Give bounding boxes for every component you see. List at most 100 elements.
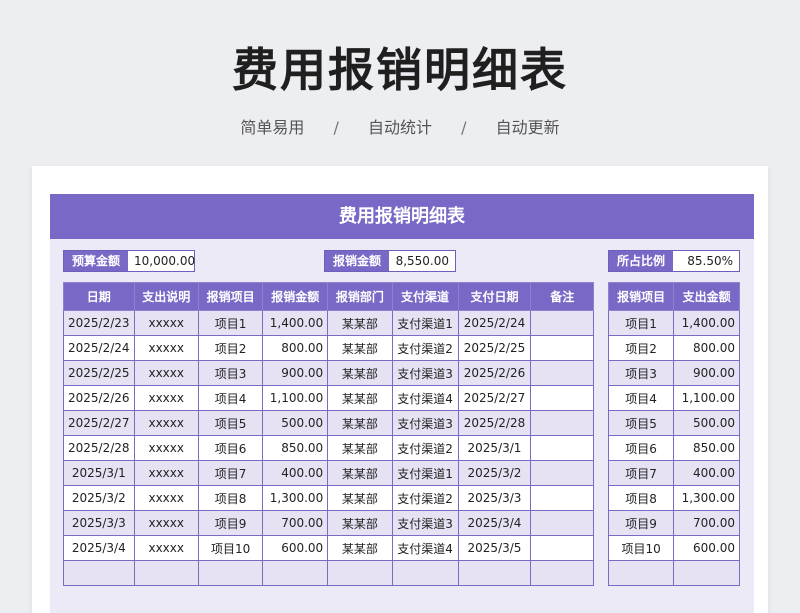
table-cell[interactable]: 2025/2/27 [63, 410, 135, 436]
table-cell[interactable] [530, 410, 594, 436]
table-cell[interactable] [197, 560, 264, 586]
table-cell[interactable]: 项目1 [197, 310, 264, 336]
table-cell[interactable]: 2025/3/5 [457, 535, 532, 561]
table-cell[interactable] [530, 560, 594, 586]
budget-value[interactable]: 10,000.00 [128, 251, 195, 271]
table-cell[interactable]: 项目5 [197, 410, 264, 436]
table-cell[interactable] [457, 560, 532, 586]
table-cell[interactable]: 500.00 [262, 410, 329, 436]
table-cell[interactable] [530, 485, 594, 511]
table-cell[interactable] [530, 310, 594, 336]
table-cell[interactable]: 项目4 [607, 385, 675, 411]
table-cell[interactable]: 某某部 [327, 410, 393, 436]
table-cell[interactable]: 支付渠道2 [391, 485, 459, 511]
table-cell[interactable]: 支付渠道3 [391, 510, 459, 536]
table-cell[interactable]: 800.00 [262, 335, 329, 361]
column-header[interactable]: 支出说明 [133, 282, 199, 311]
table-cell[interactable]: 项目10 [607, 535, 675, 561]
table-cell[interactable]: 1,400.00 [262, 310, 329, 336]
table-cell[interactable]: 项目7 [607, 460, 675, 486]
table-cell[interactable]: 项目2 [607, 335, 675, 361]
table-cell[interactable]: 2025/2/24 [63, 335, 135, 361]
table-cell[interactable]: 600.00 [262, 535, 329, 561]
table-cell[interactable]: 1,100.00 [262, 385, 329, 411]
table-cell[interactable]: xxxxx [133, 385, 199, 411]
table-cell[interactable]: 某某部 [327, 385, 393, 411]
table-cell[interactable]: 2025/3/1 [63, 460, 135, 486]
column-header[interactable]: 报销项目 [607, 282, 675, 311]
reimbursed-value[interactable]: 8,550.00 [389, 251, 455, 271]
table-cell[interactable] [530, 510, 594, 536]
table-cell[interactable]: xxxxx [133, 310, 199, 336]
table-cell[interactable] [530, 535, 594, 561]
table-cell[interactable]: 2025/3/3 [63, 510, 135, 536]
table-cell[interactable] [530, 435, 594, 461]
table-cell[interactable]: 1,300.00 [673, 485, 740, 511]
table-cell[interactable]: 支付渠道1 [391, 460, 459, 486]
table-cell[interactable]: 支付渠道4 [391, 535, 459, 561]
table-cell[interactable]: 项目6 [197, 435, 264, 461]
table-cell[interactable]: 某某部 [327, 310, 393, 336]
table-cell[interactable]: 某某部 [327, 535, 393, 561]
column-header[interactable]: 日期 [63, 282, 135, 311]
table-cell[interactable]: 2025/2/27 [457, 385, 532, 411]
table-cell[interactable]: 项目9 [197, 510, 264, 536]
table-cell[interactable]: 支付渠道2 [391, 435, 459, 461]
table-cell[interactable]: xxxxx [133, 435, 199, 461]
column-header[interactable]: 报销项目 [197, 282, 264, 311]
table-cell[interactable]: 2025/3/2 [63, 485, 135, 511]
table-cell[interactable]: 某某部 [327, 335, 393, 361]
table-cell[interactable]: 850.00 [262, 435, 329, 461]
column-header[interactable]: 报销部门 [327, 282, 393, 311]
table-cell[interactable]: 1,400.00 [673, 310, 740, 336]
column-header[interactable]: 支付日期 [457, 282, 532, 311]
table-cell[interactable]: 2025/2/24 [457, 310, 532, 336]
table-cell[interactable]: 支付渠道1 [391, 310, 459, 336]
table-cell[interactable] [530, 335, 594, 361]
table-cell[interactable]: 项目8 [197, 485, 264, 511]
table-cell[interactable]: 2025/2/25 [457, 335, 532, 361]
table-cell[interactable] [327, 560, 393, 586]
table-cell[interactable]: 1,100.00 [673, 385, 740, 411]
table-cell[interactable] [530, 385, 594, 411]
table-cell[interactable]: 项目6 [607, 435, 675, 461]
table-cell[interactable]: 2025/3/4 [457, 510, 532, 536]
table-cell[interactable]: 2025/3/4 [63, 535, 135, 561]
table-cell[interactable]: xxxxx [133, 485, 199, 511]
column-header[interactable]: 支出金额 [673, 282, 740, 311]
table-cell[interactable]: 支付渠道4 [391, 385, 459, 411]
table-cell[interactable]: 800.00 [673, 335, 740, 361]
table-cell[interactable]: 2025/2/28 [457, 410, 532, 436]
table-cell[interactable]: xxxxx [133, 360, 199, 386]
table-cell[interactable]: 2025/2/26 [63, 385, 135, 411]
table-cell[interactable]: 2025/2/25 [63, 360, 135, 386]
table-cell[interactable]: 某某部 [327, 360, 393, 386]
table-cell[interactable]: xxxxx [133, 460, 199, 486]
table-cell[interactable] [530, 460, 594, 486]
table-cell[interactable]: 某某部 [327, 510, 393, 536]
table-cell[interactable] [262, 560, 329, 586]
table-cell[interactable]: 2025/2/23 [63, 310, 135, 336]
table-cell[interactable]: 2025/3/2 [457, 460, 532, 486]
table-cell[interactable]: 支付渠道3 [391, 360, 459, 386]
table-cell[interactable]: 某某部 [327, 460, 393, 486]
column-header[interactable]: 支付渠道 [391, 282, 459, 311]
table-cell[interactable]: xxxxx [133, 335, 199, 361]
table-cell[interactable]: 700.00 [262, 510, 329, 536]
table-cell[interactable] [391, 560, 459, 586]
table-cell[interactable]: 500.00 [673, 410, 740, 436]
table-cell[interactable]: 项目10 [197, 535, 264, 561]
table-cell[interactable] [607, 560, 675, 586]
table-cell[interactable]: 支付渠道2 [391, 335, 459, 361]
table-cell[interactable] [530, 360, 594, 386]
table-cell[interactable]: 项目2 [197, 335, 264, 361]
ratio-value[interactable]: 85.50% [673, 251, 739, 271]
table-cell[interactable]: xxxxx [133, 510, 199, 536]
table-cell[interactable]: 某某部 [327, 435, 393, 461]
column-header[interactable]: 备注 [530, 282, 594, 311]
table-cell[interactable]: 600.00 [673, 535, 740, 561]
table-cell[interactable]: 400.00 [262, 460, 329, 486]
table-cell[interactable]: 项目7 [197, 460, 264, 486]
table-cell[interactable]: 2025/2/28 [63, 435, 135, 461]
table-cell[interactable]: 1,300.00 [262, 485, 329, 511]
